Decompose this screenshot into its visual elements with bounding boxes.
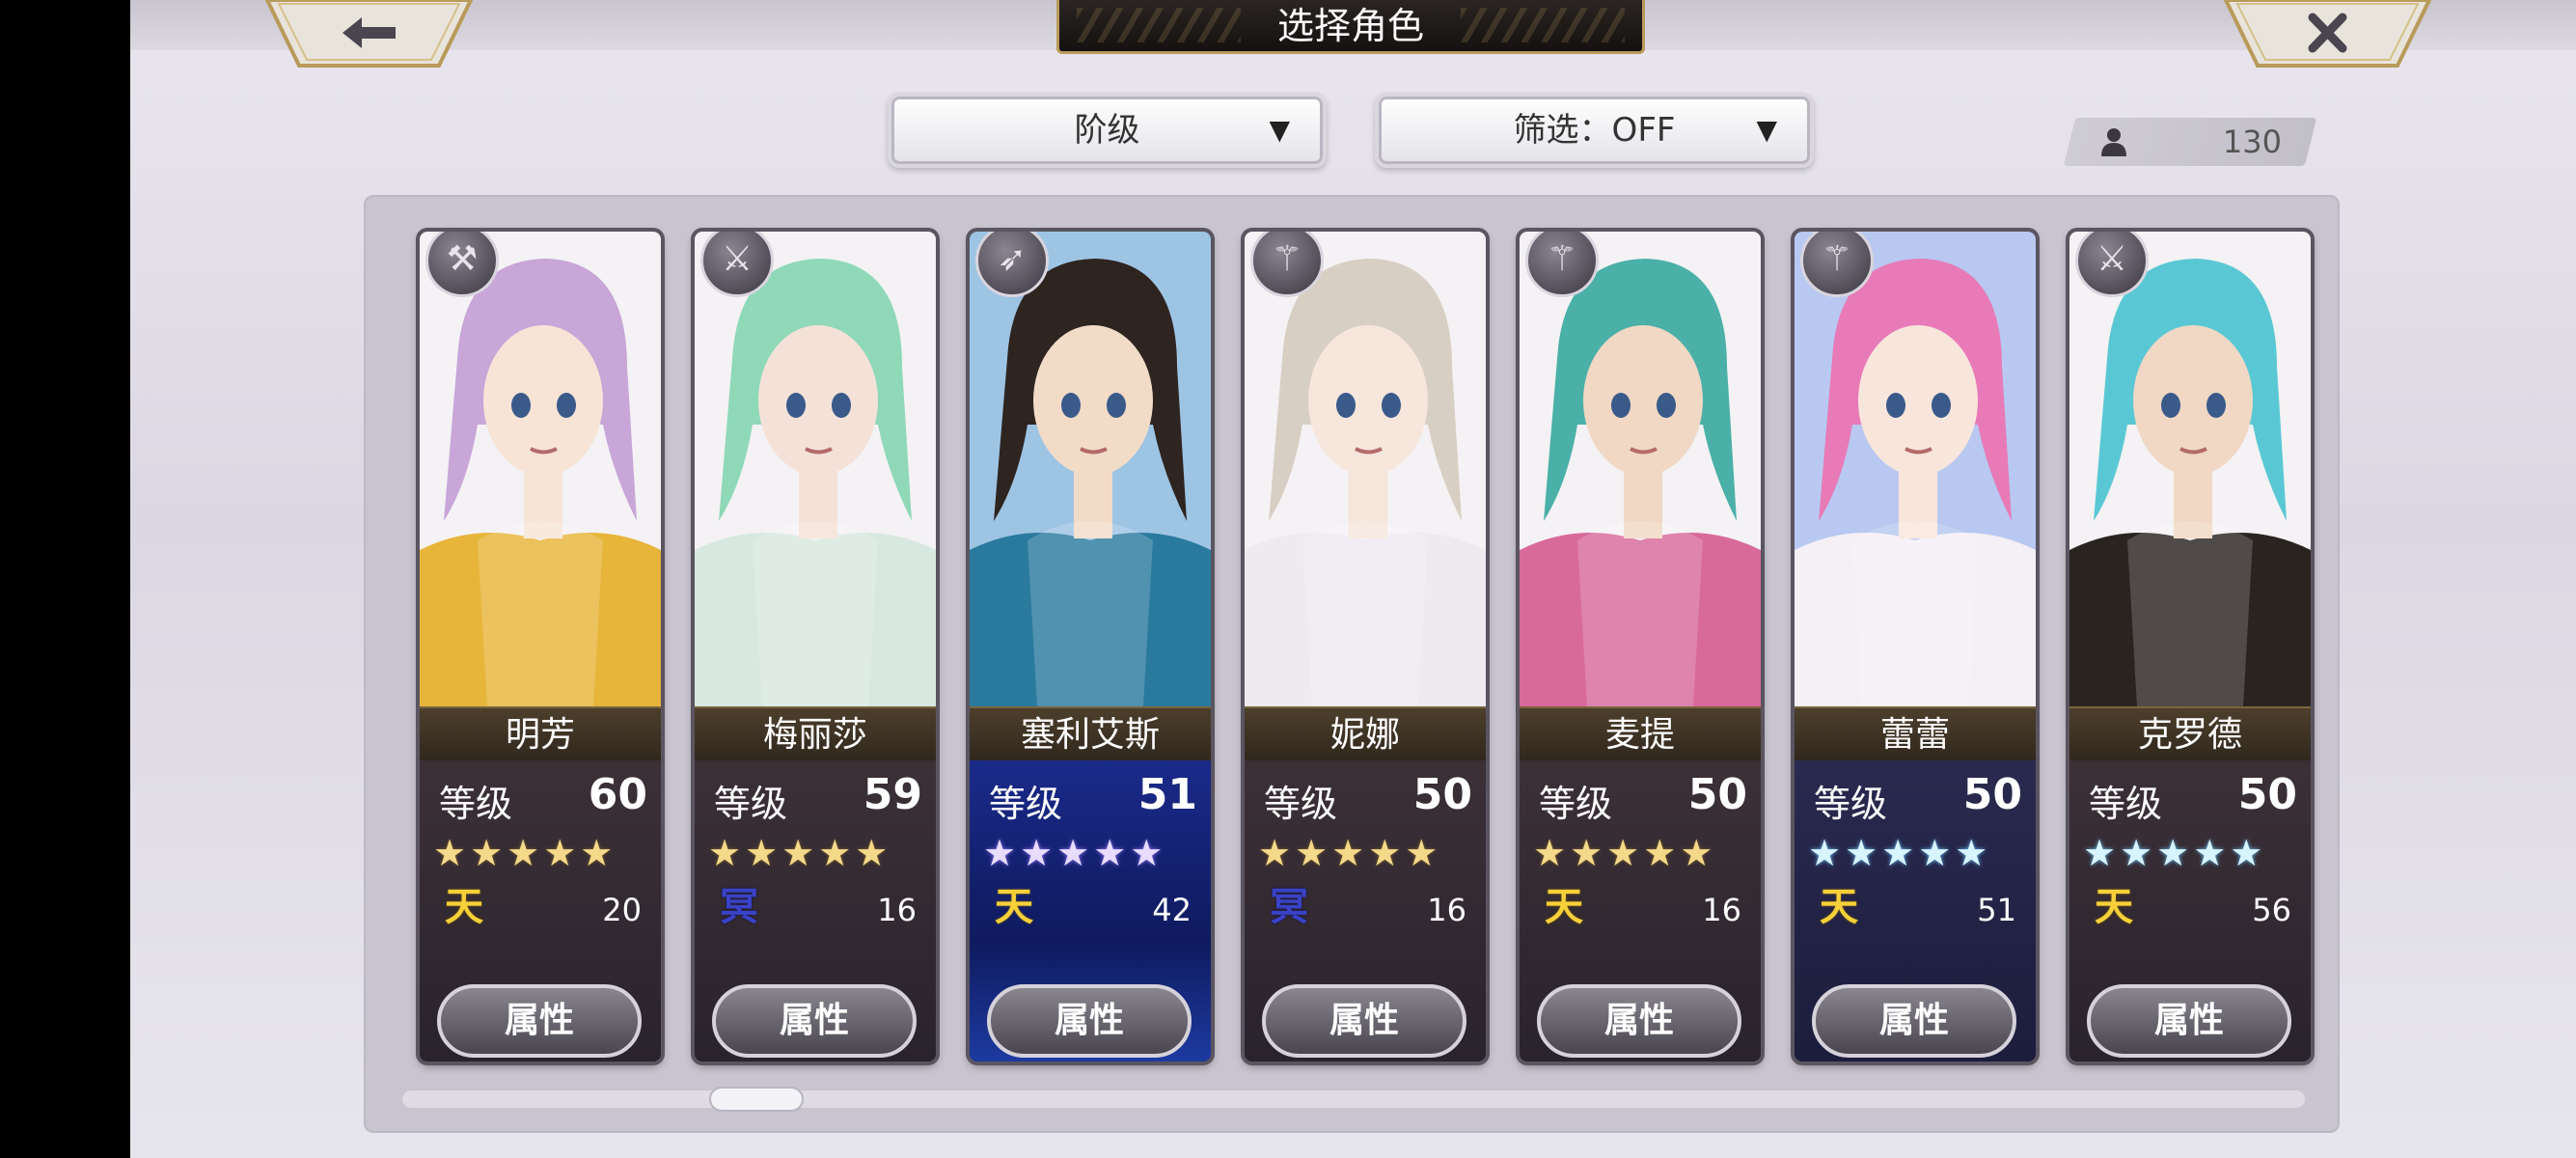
character-card[interactable]: ⚚ 妮娜 等级 50 ★★★★★ 冥 16 属性 xyxy=(1245,232,1486,1062)
level-value: 50 xyxy=(1962,770,2022,819)
level-value: 50 xyxy=(1687,770,1747,819)
character-portrait[interactable]: ⚚ xyxy=(1245,232,1486,706)
potential-value: 16 xyxy=(877,892,917,928)
character-name: 妮娜 xyxy=(1245,706,1486,762)
character-name: 塞利艾斯 xyxy=(970,706,1211,762)
level-label: 等级 xyxy=(1539,783,1613,825)
character-card[interactable]: ➶ 塞利艾斯 等级 51 ★★★★★ 天 42 属性 xyxy=(970,232,1211,1062)
back-button[interactable] xyxy=(265,0,473,69)
sort-dropdown-label: 阶级 xyxy=(1074,111,1140,150)
character-portrait[interactable]: ⚚ xyxy=(1795,232,2036,706)
rank-badge-icon: 天 xyxy=(1545,885,1583,929)
level-label: 等级 xyxy=(714,783,788,825)
rank-badge-icon: 天 xyxy=(995,885,1033,929)
character-portrait[interactable]: ➶ xyxy=(970,232,1211,706)
character-card[interactable]: ⚔ 梅丽莎 等级 59 ★★★★★ 冥 16 属性 xyxy=(695,232,936,1062)
roster-count-value: 130 xyxy=(2222,124,2282,160)
potential-value: 51 xyxy=(1977,892,2016,928)
character-stats: 等级 50 ★★★★★ 天 51 属性 xyxy=(1795,760,2036,1062)
character-portrait[interactable]: ⚒ xyxy=(420,232,661,706)
star-rating: ★★★★★ xyxy=(1533,832,1717,874)
level-label: 等级 xyxy=(439,783,513,825)
rank-badge-icon: 冥 xyxy=(1270,885,1308,929)
star-rating: ★★★★★ xyxy=(1808,832,1992,874)
person-icon xyxy=(2101,128,2126,156)
character-stats: 等级 50 ★★★★★ 天 16 属性 xyxy=(1520,760,1761,1062)
attribute-button[interactable]: 属性 xyxy=(437,984,642,1058)
horizontal-scrollbar[interactable] xyxy=(402,1090,2305,1108)
potential-value: 16 xyxy=(1427,892,1466,928)
star-rating: ★★★★★ xyxy=(983,832,1167,874)
filter-dropdown[interactable]: 筛选：OFF ▼ xyxy=(1375,93,1814,168)
filter-dropdown-label: 筛选：OFF xyxy=(1513,111,1676,150)
level-value: 50 xyxy=(2237,770,2297,819)
level-label: 等级 xyxy=(989,783,1063,825)
attribute-button[interactable]: 属性 xyxy=(1537,984,1741,1058)
character-name: 蕾蕾 xyxy=(1795,706,2036,762)
sort-dropdown[interactable]: 阶级 ▼ xyxy=(888,93,1327,168)
star-rating: ★★★★★ xyxy=(433,832,617,874)
potential-value: 56 xyxy=(2252,892,2291,928)
attribute-button[interactable]: 属性 xyxy=(1262,984,1466,1058)
level-label: 等级 xyxy=(2089,783,2163,825)
character-portrait[interactable]: ⚔ xyxy=(2069,232,2311,706)
character-card[interactable]: ⚒ 明芳 等级 60 ★★★★★ 天 20 属性 xyxy=(420,232,661,1062)
level-value: 59 xyxy=(863,770,922,819)
attribute-button[interactable]: 属性 xyxy=(712,984,917,1058)
rank-badge-icon: 天 xyxy=(445,885,483,929)
potential-value: 16 xyxy=(1702,892,1741,928)
arrow-left-icon xyxy=(265,0,473,68)
chevron-down-icon: ▼ xyxy=(1269,114,1290,146)
character-select-screen: 选择角色 阶级 ▼ 筛选：OFF ▼ 130 ⚒ 明芳 等级 60 ★★★★★ … xyxy=(130,0,2576,1158)
character-stats: 等级 51 ★★★★★ 天 42 属性 xyxy=(970,760,1211,1062)
level-value: 50 xyxy=(1412,770,1472,819)
potential-value: 20 xyxy=(602,892,642,928)
character-stats: 等级 50 ★★★★★ 天 56 属性 xyxy=(2069,760,2311,1062)
attribute-button[interactable]: 属性 xyxy=(987,984,1192,1058)
close-button[interactable] xyxy=(2224,0,2431,69)
star-rating: ★★★★★ xyxy=(2083,832,2267,874)
close-icon xyxy=(2224,0,2431,68)
chevron-down-icon: ▼ xyxy=(1756,114,1777,146)
scrollbar-thumb[interactable] xyxy=(709,1087,804,1112)
level-value: 60 xyxy=(588,770,647,819)
page-title: 选择角色 xyxy=(1056,0,1645,54)
character-stats: 等级 50 ★★★★★ 冥 16 属性 xyxy=(1245,760,1486,1062)
character-portrait[interactable]: ⚔ xyxy=(695,232,936,706)
potential-value: 42 xyxy=(1152,892,1192,928)
rank-badge-icon: 冥 xyxy=(720,885,758,929)
star-rating: ★★★★★ xyxy=(1258,832,1442,874)
character-stats: 等级 59 ★★★★★ 冥 16 属性 xyxy=(695,760,936,1062)
level-value: 51 xyxy=(1137,770,1197,819)
level-label: 等级 xyxy=(1814,783,1888,825)
character-name: 克罗德 xyxy=(2069,706,2311,762)
rank-badge-icon: 天 xyxy=(2095,885,2133,929)
character-stats: 等级 60 ★★★★★ 天 20 属性 xyxy=(420,760,661,1062)
character-portrait[interactable]: ⚚ xyxy=(1520,232,1761,706)
character-name: 明芳 xyxy=(420,706,661,762)
character-card[interactable]: ⚚ 麦提 等级 50 ★★★★★ 天 16 属性 xyxy=(1520,232,1761,1062)
character-name: 梅丽莎 xyxy=(695,706,936,762)
level-label: 等级 xyxy=(1264,783,1338,825)
device-bezel xyxy=(0,0,130,1158)
character-name: 麦提 xyxy=(1520,706,1761,762)
star-rating: ★★★★★ xyxy=(708,832,892,874)
character-card[interactable]: ⚔ 克罗德 等级 50 ★★★★★ 天 56 属性 xyxy=(2069,232,2311,1062)
attribute-button[interactable]: 属性 xyxy=(2087,984,2291,1058)
rank-badge-icon: 天 xyxy=(1820,885,1858,929)
character-card[interactable]: ⚚ 蕾蕾 等级 50 ★★★★★ 天 51 属性 xyxy=(1795,232,2036,1062)
attribute-button[interactable]: 属性 xyxy=(1812,984,2016,1058)
roster-count: 130 xyxy=(2069,118,2311,166)
